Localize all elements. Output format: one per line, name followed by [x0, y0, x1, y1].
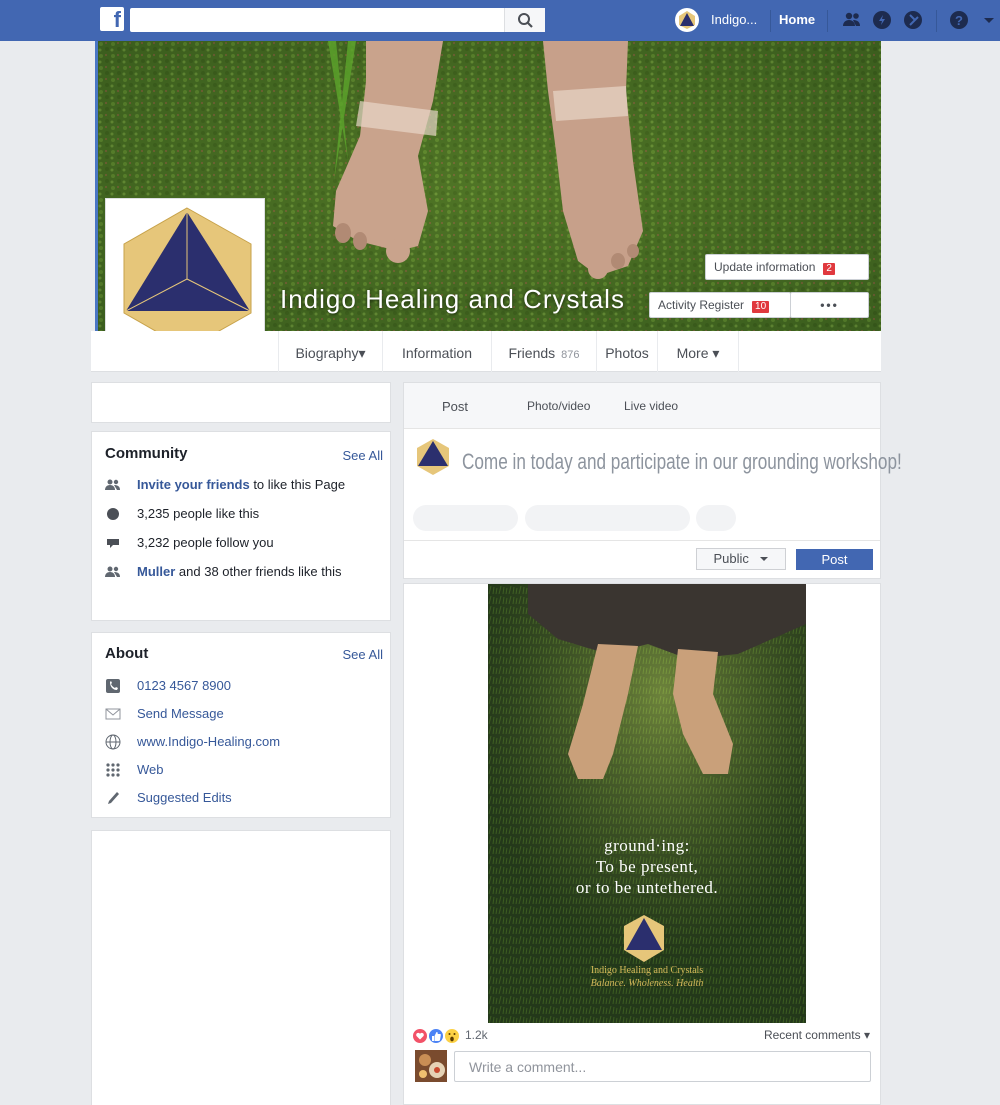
about-title: About	[105, 645, 149, 662]
indigo-triangle-logo-icon	[123, 207, 252, 350]
tab-friends[interactable]: Friends 876	[491, 331, 596, 372]
indigo-logo-icon	[679, 11, 695, 29]
post-image-headline: ground·ing:	[604, 836, 690, 855]
post-button[interactable]: Post	[796, 549, 873, 570]
dropdown-arrow-icon[interactable]	[982, 10, 996, 30]
about-card: About See All 0123 4567 8900 Send Messag…	[91, 632, 391, 818]
privacy-selector[interactable]: Public	[696, 548, 786, 570]
composer-tabs: Post Photo/video Live video	[404, 383, 880, 429]
activity-register-button[interactable]: Activity Register 10	[649, 292, 791, 318]
like-dot-icon	[107, 508, 119, 520]
messenger-icon[interactable]	[872, 10, 892, 30]
friends-count: 876	[561, 349, 580, 361]
globe-icon	[105, 734, 121, 750]
feed-post: ground·ing: To be present, or to be unte…	[403, 583, 881, 1105]
web-link[interactable]: Web	[137, 759, 164, 781]
composer-option-pill[interactable]	[696, 505, 736, 531]
tab-biography[interactable]: Biography▾	[278, 331, 382, 372]
avatar-image	[415, 1050, 447, 1082]
more-options-button[interactable]: •••	[790, 292, 869, 318]
friends-icon	[105, 479, 120, 490]
user-avatar[interactable]	[675, 8, 699, 32]
pencil-icon	[108, 792, 119, 804]
website-link[interactable]: www.Indigo-Healing.com	[137, 731, 280, 753]
follows-text: 3,232 people follow you	[137, 535, 274, 550]
tab-more[interactable]: More ▾	[657, 331, 739, 372]
post-composer: Post Photo/video Live video Come in toda…	[403, 382, 902, 579]
page-navigation: Biography▾ Information Friends 876 Photos…	[91, 331, 881, 372]
recent-comments-dropdown[interactable]: Recent comments ▾	[764, 1028, 870, 1042]
activity-register-label: Activity Register	[658, 298, 745, 312]
community-title: Community	[105, 445, 188, 462]
follow-icon	[107, 539, 119, 548]
empty-card	[91, 382, 391, 423]
post-image-line3: or to be untethered.	[575, 878, 719, 897]
user-name-link[interactable]: Indigo...	[711, 12, 757, 27]
divider	[827, 10, 828, 32]
suggested-edits-link[interactable]: Suggested Edits	[137, 787, 232, 809]
invite-friends-text: to like this Page	[249, 477, 346, 492]
composer-tab-post[interactable]: Post	[442, 399, 468, 414]
grid-dots-icon	[106, 763, 120, 777]
friend-like-text: and 38 other friends like this	[175, 564, 342, 579]
comment-input[interactable]: Write a comment...	[454, 1051, 871, 1082]
reactions-love-like-wow-icon	[412, 1028, 460, 1044]
facebook-logo-icon[interactable]: f	[100, 7, 124, 32]
post-image-tagline: Balance. Wholeness. Health	[590, 978, 704, 989]
search-button[interactable]	[504, 8, 545, 32]
friend-name-link[interactable]: Muller	[137, 564, 175, 579]
home-link[interactable]: Home	[779, 12, 815, 27]
community-card: Community See All Invite your friends to…	[91, 431, 391, 621]
update-information-label: Update information	[714, 260, 816, 274]
page-name: Indigo Healing and Crystals	[280, 284, 625, 314]
divider	[936, 10, 937, 32]
likes-text: 3,235 people like this	[137, 506, 260, 521]
search-icon	[518, 13, 533, 28]
phone-icon	[106, 679, 120, 693]
composer-option-pill[interactable]	[413, 505, 518, 531]
tab-information[interactable]: Information	[382, 331, 491, 372]
caret-down-icon	[759, 557, 768, 561]
svg-text:?: ?	[955, 13, 963, 28]
tab-photos[interactable]: Photos	[596, 331, 657, 372]
commenter-avatar	[415, 1050, 447, 1082]
activity-register-badge: 10	[752, 301, 770, 313]
top-navigation-bar: f Indigo... Home ?	[0, 0, 1000, 41]
post-image-grass-feet	[488, 584, 806, 1023]
post-image[interactable]: ground·ing: To be present, or to be unte…	[488, 584, 806, 1023]
reaction-count[interactable]: 1.2k	[465, 1028, 488, 1042]
privacy-label: Public	[713, 551, 749, 566]
notifications-icon[interactable]	[903, 10, 923, 30]
composer-tab-live-video[interactable]: Live video	[624, 399, 678, 413]
composer-option-pill[interactable]	[525, 505, 690, 531]
divider	[770, 10, 771, 32]
friends-icon[interactable]	[842, 10, 862, 30]
reaction-icons[interactable]	[412, 1028, 462, 1044]
search-input[interactable]	[130, 8, 545, 32]
update-information-badge: 2	[823, 263, 835, 275]
facebook-logo-letter: f	[113, 7, 121, 32]
composer-text-input[interactable]: Come in today and participate in our gro…	[462, 449, 902, 475]
about-see-all-link[interactable]: See All	[343, 647, 383, 662]
help-icon[interactable]: ?	[949, 10, 969, 30]
empty-card-bottom	[91, 830, 391, 1105]
tab-friends-label: Friends	[508, 345, 556, 361]
invite-friends-link[interactable]: Invite your friends	[137, 477, 250, 492]
composer-divider	[404, 540, 880, 541]
page-avatar-logo-icon	[417, 439, 449, 475]
community-see-all-link[interactable]: See All	[343, 448, 383, 463]
phone-number[interactable]: 0123 4567 8900	[137, 675, 231, 697]
envelope-icon	[105, 708, 121, 720]
send-message-link[interactable]: Send Message	[137, 703, 224, 725]
post-image-line2: To be present,	[595, 857, 699, 876]
friends-icon	[105, 566, 120, 577]
update-information-button[interactable]: Update information 2	[705, 254, 869, 280]
composer-tab-photo-video[interactable]: Photo/video	[527, 399, 590, 413]
post-image-brand: Indigo Healing and Crystals	[590, 965, 704, 976]
